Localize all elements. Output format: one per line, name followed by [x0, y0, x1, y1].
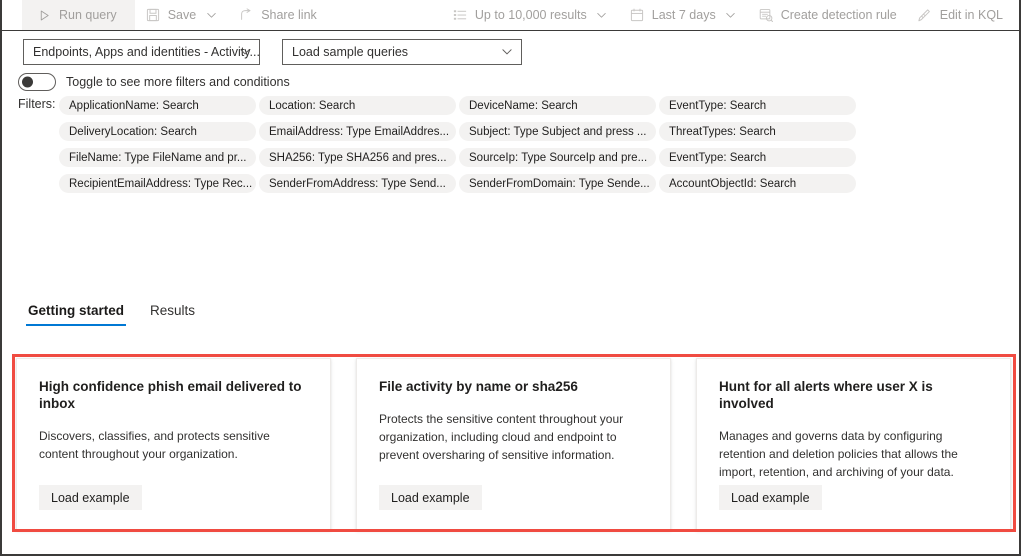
filter-pill[interactable]: SourceIp: Type SourceIp and pre...: [459, 148, 656, 167]
filter-pill[interactable]: ApplicationName: Search: [59, 96, 256, 115]
save-label: Save: [167, 7, 197, 22]
filter-pill[interactable]: FileName: Type FileName and pr...: [59, 148, 256, 167]
sample-query-cards: High confidence phish email delivered to…: [16, 358, 1012, 530]
card-description: Manages and governs data by configuring …: [719, 428, 958, 479]
content-tabs: Getting started Results: [26, 303, 219, 326]
tab-results[interactable]: Results: [148, 303, 197, 326]
card-description: Protects the sensitive content throughou…: [379, 411, 624, 462]
filter-pill[interactable]: EventType: Search: [659, 148, 856, 167]
filter-pill-list: ApplicationName: Search Location: Search…: [59, 96, 856, 193]
card-description: Discovers, classifies, and protects sens…: [39, 428, 270, 461]
chevron-down-icon[interactable]: [724, 8, 738, 22]
chevron-down-icon[interactable]: [204, 8, 218, 22]
results-limit-button[interactable]: Up to 10,000 results: [442, 0, 619, 30]
more-filters-toggle[interactable]: [18, 73, 56, 91]
filter-pill[interactable]: EmailAddress: Type EmailAddres...: [259, 122, 456, 141]
scope-dropdown[interactable]: Endpoints, Apps and identities - Activit…: [23, 39, 260, 65]
edit-in-kql-label: Edit in KQL: [939, 7, 1003, 22]
play-icon: [36, 7, 52, 23]
card-title: High confidence phish email delivered to…: [39, 379, 302, 411]
sample-query-card[interactable]: Hunt for all alerts where user X is invo…: [696, 358, 1011, 530]
query-selectors: Endpoints, Apps and identities - Activit…: [23, 39, 522, 65]
chevron-down-icon: [239, 46, 251, 58]
more-filters-toggle-row: Toggle to see more filters and condition…: [18, 73, 290, 91]
calendar-icon: [629, 7, 645, 23]
edit-in-kql-button[interactable]: Edit in KQL: [907, 0, 1013, 30]
filter-pill[interactable]: ThreatTypes: Search: [659, 122, 856, 141]
chevron-down-icon: [501, 46, 513, 58]
load-sample-queries-dropdown[interactable]: Load sample queries: [282, 39, 522, 65]
time-range-label: Last 7 days: [651, 7, 716, 22]
tab-getting-started[interactable]: Getting started: [26, 303, 127, 326]
load-example-button[interactable]: Load example: [39, 485, 142, 510]
results-limit-label: Up to 10,000 results: [474, 7, 587, 22]
filter-pill[interactable]: DeviceName: Search: [459, 96, 656, 115]
filter-pill[interactable]: SenderFromDomain: Type Sende...: [459, 174, 656, 193]
save-button[interactable]: Save: [135, 0, 229, 30]
load-example-button[interactable]: Load example: [719, 485, 822, 510]
share-icon: [238, 7, 254, 23]
filter-pill[interactable]: Location: Search: [259, 96, 456, 115]
toggle-knob: [22, 76, 33, 88]
run-query-label: Run query: [59, 7, 117, 22]
time-range-button[interactable]: Last 7 days: [619, 0, 748, 30]
chevron-down-icon[interactable]: [595, 8, 609, 22]
card-title: Hunt for all alerts where user X is invo…: [719, 379, 933, 411]
filter-pill[interactable]: Subject: Type Subject and press ...: [459, 122, 656, 141]
filter-pill[interactable]: EventType: Search: [659, 96, 856, 115]
command-bar-right-group: Up to 10,000 results Last 7 days Create …: [442, 0, 1013, 30]
share-link-button[interactable]: Share link: [228, 0, 327, 30]
create-detection-rule-label: Create detection rule: [780, 7, 897, 22]
run-query-button[interactable]: Run query: [22, 0, 135, 30]
tab-results-label: Results: [150, 303, 196, 318]
scope-dropdown-value: Endpoints, Apps and identities - Activit…: [33, 45, 260, 59]
command-bar-left-group: Run query Save Share link: [22, 0, 327, 30]
filter-pill[interactable]: AccountObjectId: Search: [659, 174, 856, 193]
card-title: File activity by name or sha256: [379, 379, 578, 394]
filter-pill[interactable]: SenderFromAddress: Type Send...: [259, 174, 456, 193]
filter-pill[interactable]: RecipientEmailAddress: Type Rec...: [59, 174, 256, 193]
filters-label: Filters:: [18, 97, 56, 111]
load-example-button[interactable]: Load example: [379, 485, 482, 510]
sample-query-card[interactable]: High confidence phish email delivered to…: [16, 358, 331, 530]
advanced-hunting-page: Run query Save Share link Up to 10,000 r…: [0, 0, 1021, 556]
load-sample-queries-value: Load sample queries: [292, 45, 409, 59]
more-filters-toggle-label: Toggle to see more filters and condition…: [66, 75, 290, 89]
filter-pill[interactable]: SHA256: Type SHA256 and pres...: [259, 148, 456, 167]
list-icon: [452, 7, 468, 23]
save-icon: [145, 7, 161, 23]
command-bar: Run query Save Share link Up to 10,000 r…: [2, 0, 1019, 31]
kql-edit-icon: [917, 7, 933, 23]
detection-rule-icon: [758, 7, 774, 23]
create-detection-rule-button[interactable]: Create detection rule: [748, 0, 907, 30]
sample-query-card[interactable]: File activity by name or sha256 Protects…: [356, 358, 671, 530]
share-link-label: Share link: [261, 7, 317, 22]
tab-getting-started-label: Getting started: [28, 303, 125, 318]
filter-pill[interactable]: DeliveryLocation: Search: [59, 122, 256, 141]
